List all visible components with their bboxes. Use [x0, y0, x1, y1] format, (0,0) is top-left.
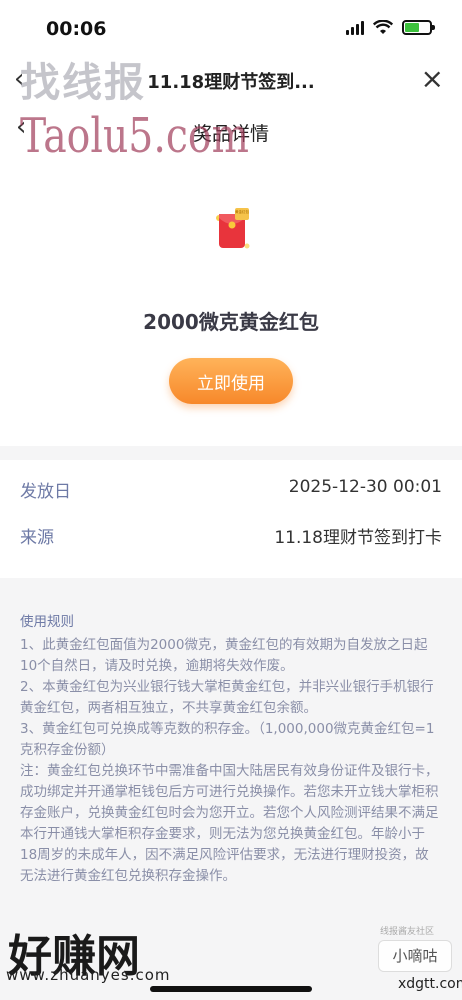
home-indicator	[150, 986, 312, 992]
close-icon[interactable]: ×	[421, 62, 444, 95]
prize-card: 黄金红包 2000微克黄金红包 立即使用	[0, 160, 462, 446]
issue-date-row: 发放日 2025-12-30 00:01	[20, 477, 442, 502]
watermark-xdg: 小嘀咕	[378, 940, 452, 972]
status-time: 00:06	[46, 18, 107, 40]
source-label: 来源	[20, 528, 54, 548]
wifi-icon	[373, 20, 393, 34]
signal-icon	[346, 20, 364, 35]
battery-icon	[402, 20, 435, 35]
prize-name: 2000微克黄金红包	[143, 310, 319, 334]
envelope-label: 黄金红包	[235, 209, 249, 214]
watermark-top: 找线报	[20, 60, 146, 106]
watermark-xdg-label: 线报酱友社区	[380, 927, 435, 937]
red-envelope-icon: 黄金红包	[216, 208, 250, 249]
rule-note: 注：黄金红包兑换环节中需准备中国大陆居民有效身份证件及银行卡，成功绑定并开通掌柜…	[20, 763, 439, 884]
watermark-url: www.zhuanyes.com	[6, 966, 171, 984]
rule-item: 1、此黄金红包面值为2000微克，黄金红包的有效期为自发放之日起10个自然日，请…	[20, 637, 428, 674]
rule-item: 3、黄金红包可兑换成等克数的积存金。（1,000,000微克黄金红包=1克积存金…	[20, 721, 435, 758]
usage-rules: 使用规则 1、此黄金红包面值为2000微克，黄金红包的有效期为自发放之日起10个…	[20, 612, 440, 887]
use-now-button[interactable]: 立即使用	[169, 358, 293, 404]
rule-item: 2、本黄金红包为兴业银行钱大掌柜黄金红包，并非兴业银行手机银行黄金红包，两者相互…	[20, 679, 434, 716]
watermark-taolu: Taolu5.com	[20, 108, 249, 164]
issue-date-value: 2025-12-30 00:01	[288, 477, 442, 497]
rules-title: 使用规则	[20, 614, 74, 630]
issue-date-label: 发放日	[20, 482, 71, 502]
prize-info-section: 发放日 2025-12-30 00:01 来源 11.18理财节签到打卡	[0, 460, 462, 578]
status-icons	[346, 20, 435, 35]
watermark-xdg-url: xdgtt.com	[398, 976, 462, 992]
source-value: 11.18理财节签到打卡	[274, 528, 442, 548]
source-row: 来源 11.18理财节签到打卡	[20, 523, 442, 548]
